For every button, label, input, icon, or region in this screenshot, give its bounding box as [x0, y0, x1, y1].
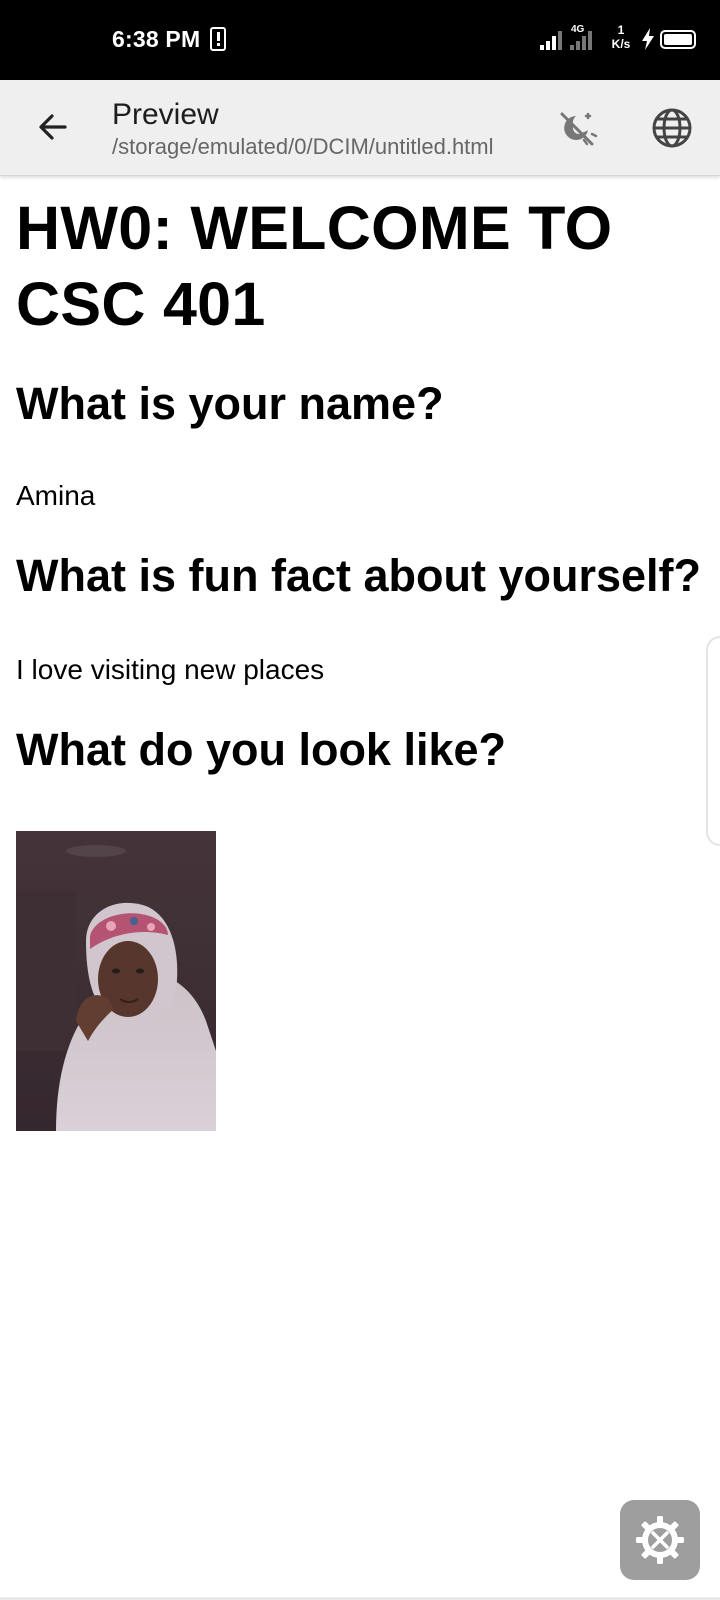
back-button[interactable]: [28, 102, 78, 152]
back-arrow-icon: [39, 114, 67, 140]
signal-4g-icon: [570, 30, 594, 50]
charging-icon: [641, 28, 655, 55]
page-title: Preview: [112, 98, 219, 131]
speed-unit: K/s: [611, 37, 631, 51]
night-mode-toggle-button[interactable]: [552, 104, 600, 152]
sim-alert-icon: [210, 27, 226, 51]
status-time: 6:38 PM: [112, 26, 201, 52]
signal-icon: [540, 30, 564, 50]
question-name: What is your name?: [16, 378, 444, 429]
question-fun-fact: What is fun fact about yourself?: [16, 550, 702, 601]
profile-photo: [16, 831, 216, 1131]
tools-button[interactable]: [620, 1500, 700, 1580]
gear-tools-icon: [636, 1516, 684, 1564]
network-speed: 1 K/s: [606, 23, 636, 51]
answer-name: Amina: [16, 480, 96, 511]
browser-button[interactable]: [648, 104, 696, 152]
battery-icon: [660, 30, 696, 49]
answer-fun-fact: I love visiting new places: [16, 654, 325, 685]
app-bar: Preview /storage/emulated/0/DCIM/untitle…: [0, 80, 720, 176]
status-bar: 6:38 PM 4G 1 K/s: [0, 0, 720, 80]
file-path: /storage/emulated/0/DCIM/untitled.html: [112, 134, 494, 159]
document-title: HW0: WELCOME TO CSC 401: [16, 194, 613, 338]
globe-icon: [652, 108, 692, 148]
question-appearance: What do you look like?: [16, 724, 507, 775]
edge-panel-handle[interactable]: [706, 636, 720, 846]
speed-value: 1: [617, 23, 625, 37]
night-mode-icon: [560, 112, 598, 146]
